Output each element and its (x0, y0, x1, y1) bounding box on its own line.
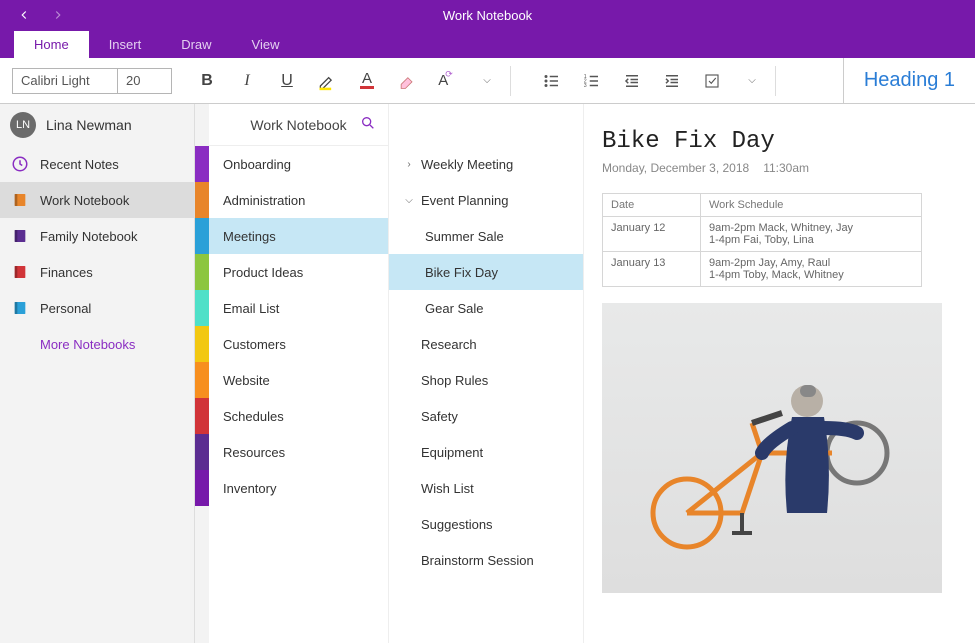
sections-pane: Work Notebook OnboardingAdministrationMe… (209, 104, 389, 643)
page-item[interactable]: Equipment (389, 434, 583, 470)
ribbon-tabs: Home Insert Draw View (0, 30, 975, 58)
font-name-selector[interactable]: Calibri Light (12, 68, 117, 94)
section-color-tab[interactable] (195, 470, 209, 506)
ribbon-tab-insert[interactable]: Insert (89, 31, 162, 58)
section-item[interactable]: Website (209, 362, 388, 398)
schedule-table[interactable]: DateWork Schedule January 129am-2pm Mack… (602, 193, 922, 287)
page-item[interactable]: ⌵Event Planning (389, 182, 583, 218)
section-item[interactable]: Onboarding (209, 146, 388, 182)
section-tab-strip (195, 104, 209, 643)
todo-tag-button[interactable] (695, 64, 729, 98)
pages-pane: ›Weekly Meeting⌵Event PlanningSummer Sal… (389, 104, 584, 643)
notebook-item[interactable]: Recent Notes (0, 146, 194, 182)
section-color-tab[interactable] (195, 362, 209, 398)
page-item[interactable]: Shop Rules (389, 362, 583, 398)
increase-indent-button[interactable] (655, 64, 689, 98)
notebook-icon (10, 226, 30, 246)
italic-button[interactable]: I (230, 64, 264, 98)
notebook-icon (10, 298, 30, 318)
notebook-item[interactable]: Work Notebook (0, 182, 194, 218)
page-item[interactable]: Research (389, 326, 583, 362)
user-name: Lina Newman (46, 117, 132, 133)
forward-button[interactable] (50, 7, 66, 23)
font-color-button[interactable]: A (350, 64, 384, 98)
note-timestamp: Monday, December 3, 201811:30am (602, 161, 957, 175)
highlight-button[interactable] (310, 64, 344, 98)
section-item[interactable]: Email List (209, 290, 388, 326)
page-item[interactable]: Suggestions (389, 506, 583, 542)
section-color-tab[interactable] (195, 398, 209, 434)
section-item[interactable]: Customers (209, 326, 388, 362)
section-item[interactable]: Product Ideas (209, 254, 388, 290)
section-item[interactable]: Schedules (209, 398, 388, 434)
page-item[interactable]: Gear Sale (389, 290, 583, 326)
svg-text:3: 3 (584, 83, 587, 89)
section-color-tab[interactable] (195, 182, 209, 218)
note-image[interactable] (602, 303, 942, 593)
style-selector[interactable]: Heading 1 (843, 58, 975, 104)
notebook-icon (10, 190, 30, 210)
notebook-item[interactable]: Finances (0, 254, 194, 290)
underline-button[interactable]: U (270, 64, 304, 98)
search-icon[interactable] (360, 115, 376, 134)
note-canvas[interactable]: Bike Fix Day Monday, December 3, 201811:… (584, 104, 975, 643)
section-item[interactable]: Meetings (209, 218, 388, 254)
clear-formatting-button[interactable]: A⟳ (430, 64, 464, 98)
more-notebooks-link[interactable]: More Notebooks (0, 326, 194, 362)
more-formatting-button[interactable]: ⌵ (470, 64, 504, 98)
ribbon-tab-draw[interactable]: Draw (161, 31, 231, 58)
notebooks-pane: LN Lina Newman Recent NotesWork Notebook… (0, 104, 195, 643)
decrease-indent-button[interactable] (615, 64, 649, 98)
page-item[interactable]: Wish List (389, 470, 583, 506)
user-account[interactable]: LN Lina Newman (0, 104, 194, 146)
window-title: Work Notebook (443, 8, 532, 23)
ribbon-tab-home[interactable]: Home (14, 31, 89, 58)
page-item[interactable]: Brainstorm Session (389, 542, 583, 578)
note-title[interactable]: Bike Fix Day (602, 128, 957, 155)
chevron-right-icon: › (403, 159, 415, 170)
section-color-tab[interactable] (195, 434, 209, 470)
more-paragraph-button[interactable]: ⌵ (735, 64, 769, 98)
section-color-tab[interactable] (195, 218, 209, 254)
page-item[interactable]: Bike Fix Day (389, 254, 583, 290)
notebook-icon (10, 262, 30, 282)
notebook-item[interactable]: Family Notebook (0, 218, 194, 254)
ribbon-tab-view[interactable]: View (232, 31, 300, 58)
sections-header: Work Notebook (209, 104, 388, 146)
page-item[interactable]: ›Weekly Meeting (389, 146, 583, 182)
section-color-tab[interactable] (195, 326, 209, 362)
numbered-list-button[interactable]: 123 (575, 64, 609, 98)
page-item[interactable]: Safety (389, 398, 583, 434)
section-item[interactable]: Resources (209, 434, 388, 470)
section-item[interactable]: Inventory (209, 470, 388, 506)
notebook-item[interactable]: Personal (0, 290, 194, 326)
chevron-down-icon: ⌵ (403, 195, 415, 206)
section-item[interactable]: Administration (209, 182, 388, 218)
eraser-button[interactable] (390, 64, 424, 98)
bullet-list-button[interactable] (535, 64, 569, 98)
section-color-tab[interactable] (195, 290, 209, 326)
avatar: LN (10, 112, 36, 138)
page-item[interactable]: Summer Sale (389, 218, 583, 254)
font-size-selector[interactable]: 20 (117, 68, 172, 94)
section-color-tab[interactable] (195, 146, 209, 182)
back-button[interactable] (16, 7, 32, 23)
section-color-tab[interactable] (195, 254, 209, 290)
bold-button[interactable]: B (190, 64, 224, 98)
notebook-icon (10, 154, 30, 174)
